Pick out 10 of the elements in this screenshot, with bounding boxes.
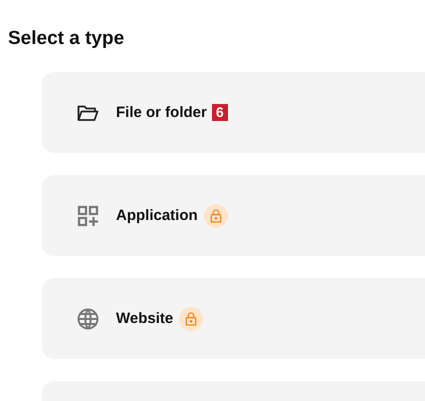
type-option[interactable]: Website (42, 278, 425, 359)
globe-icon (76, 306, 100, 330)
option-label: Application (116, 207, 198, 224)
section-heading: Select a type (8, 28, 126, 50)
apps-icon (76, 204, 100, 228)
type-option[interactable]: File or folder 6 (42, 72, 425, 153)
option-label: File or folder (116, 104, 207, 121)
number-badge: 6 (212, 104, 228, 121)
option-label: Website (116, 310, 174, 327)
type-option[interactable]: Application (42, 175, 425, 256)
